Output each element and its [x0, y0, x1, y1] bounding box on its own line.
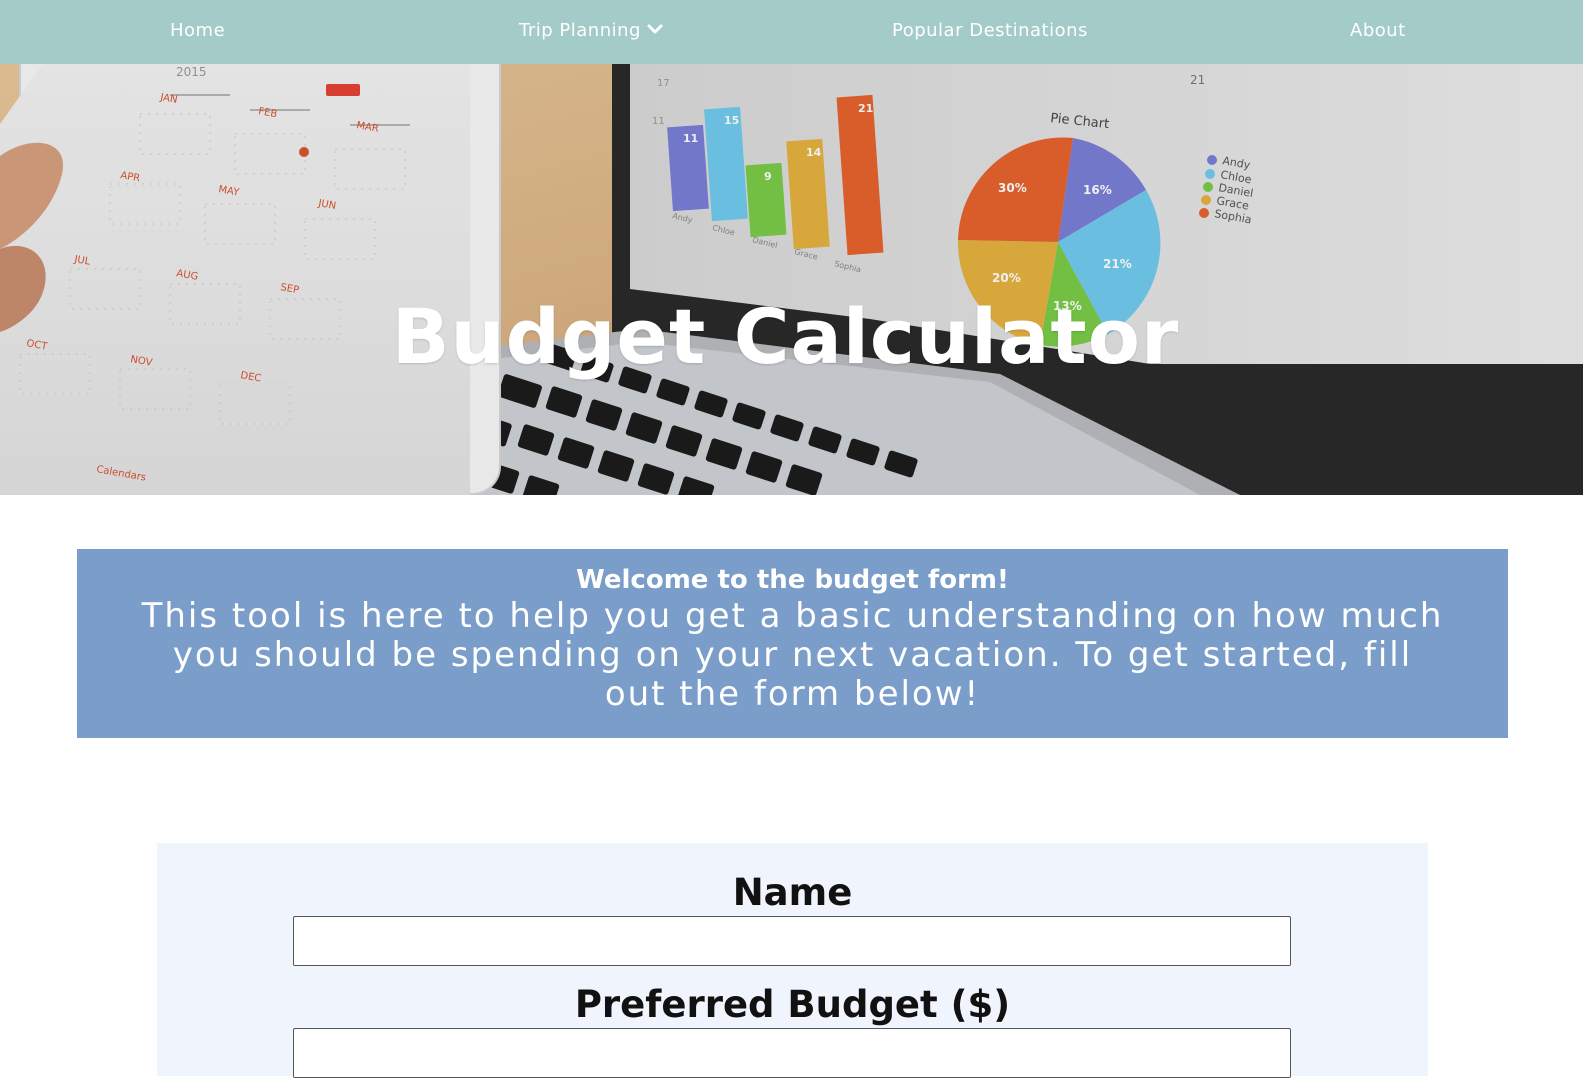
budget-form: Name Preferred Budget ($): [157, 843, 1428, 1078]
hero-title: Budget Calculator: [0, 292, 1583, 381]
top-nav: Home Trip Planning Popular Destinations …: [0, 0, 1583, 64]
name-input[interactable]: [293, 916, 1291, 966]
welcome-title: Welcome to the budget form!: [576, 565, 1009, 595]
hero-banner: 17 11 11 15 9 14 21 Andy Chloe Daniel Gr…: [0, 64, 1583, 495]
nav-home-link[interactable]: Home: [170, 0, 225, 64]
budget-input[interactable]: [293, 1028, 1291, 1078]
nav-trip-planning-dropdown[interactable]: Trip Planning: [519, 0, 663, 64]
welcome-text: This tool is here to help you get a basi…: [141, 596, 1444, 714]
nav-about-label: About: [1350, 20, 1406, 41]
nav-trip-planning-label: Trip Planning: [519, 20, 641, 41]
nav-popular-destinations-link[interactable]: Popular Destinations: [892, 0, 1088, 64]
nav-about-link[interactable]: About: [1350, 0, 1406, 64]
nav-home-label: Home: [170, 20, 226, 41]
nav-popular-destinations-label: Popular Destinations: [892, 20, 1088, 41]
budget-label: Preferred Budget ($): [574, 983, 1011, 1026]
chevron-down-icon: [647, 0, 663, 61]
name-label: Name: [732, 871, 853, 914]
hero-title-text: Budget Calculator: [391, 292, 1180, 381]
hero-background-image: 17 11 11 15 9 14 21 Andy Chloe Daniel Gr…: [0, 64, 1583, 495]
welcome-banner: Welcome to the budget form! This tool is…: [77, 549, 1508, 738]
